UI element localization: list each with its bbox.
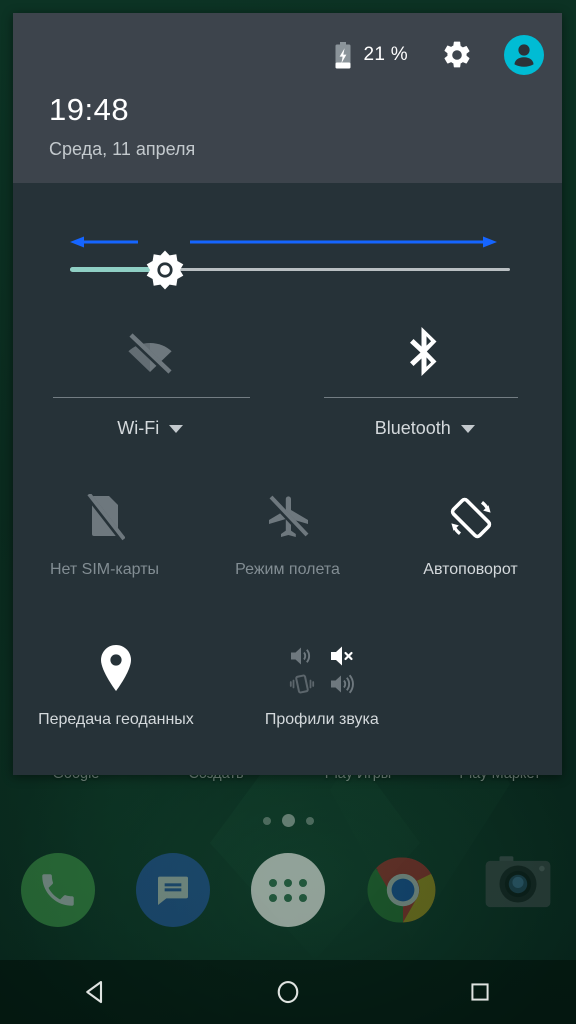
vibrate-icon (289, 674, 314, 694)
tile-sound-profiles[interactable]: Профили звука (219, 629, 425, 769)
speaker-loud-icon (330, 674, 354, 694)
tile-location[interactable]: Передача геоданных (13, 629, 219, 769)
tile-bluetooth-label: Bluetooth (374, 418, 451, 438)
arrow-left-icon (70, 236, 138, 250)
tile-divider (323, 397, 518, 398)
status-row: 21 % (334, 35, 544, 75)
tile-wifi-label-row[interactable]: Wi-Fi (13, 418, 288, 439)
tile-auto-rotate-label: Автоповорот (423, 561, 518, 578)
tile-auto-rotate[interactable]: Автоповорот (379, 479, 562, 619)
quick-settings-row-2: Нет SIM-карты Режим полета Автоповорот (13, 479, 562, 619)
dock-item-app-drawer[interactable] (230, 853, 345, 927)
home-dock (0, 850, 576, 930)
back-triangle-icon (86, 980, 103, 1004)
phone-icon (20, 853, 95, 927)
messages-icon (135, 853, 210, 927)
clock-time: 19:48 (49, 92, 130, 127)
quick-settings-row-3: Передача геоданных Профили звука (13, 629, 562, 769)
tile-airplane-mode[interactable]: Режим полета (196, 479, 379, 619)
dock-item-messages[interactable] (115, 853, 230, 927)
tile-empty-slot (425, 629, 562, 769)
bluetooth-icon (288, 323, 563, 383)
clock-date: Среда, 11 апреля (49, 139, 196, 159)
nav-home-button[interactable] (192, 977, 384, 1007)
dock-item-phone[interactable] (0, 853, 115, 927)
page-dot[interactable] (262, 816, 271, 825)
tile-bluetooth[interactable]: Bluetooth (288, 313, 563, 463)
tile-no-sim[interactable]: Нет SIM-карты (13, 479, 196, 619)
airplane-mode-icon (264, 487, 312, 549)
user-avatar-icon[interactable] (504, 35, 544, 75)
speaker-icon (290, 647, 310, 665)
navigation-bar (0, 960, 576, 1024)
tile-divider (53, 397, 250, 398)
nav-recents-button[interactable] (384, 978, 576, 1006)
sim-card-off-icon (84, 487, 125, 549)
tile-bluetooth-label-row[interactable]: Bluetooth (288, 418, 563, 439)
dock-item-chrome[interactable] (346, 853, 461, 927)
tile-sound-profiles-label: Профили звука (264, 711, 379, 728)
chevron-down-icon[interactable] (460, 424, 475, 433)
quick-settings-header: 21 % 19:48 Среда, 11 апреля (13, 13, 562, 183)
gear-icon[interactable] (440, 38, 474, 72)
brightness-sun-icon[interactable] (145, 250, 185, 290)
home-circle-icon (277, 980, 299, 1004)
recents-square-icon (471, 983, 489, 1001)
tile-location-label: Передача геоданных (38, 711, 194, 728)
brightness-slider[interactable] (13, 183, 562, 303)
location-pin-icon (98, 637, 134, 699)
speaker-mute-icon (330, 646, 353, 666)
wifi-off-icon (13, 323, 288, 383)
tile-wifi-label: Wi-Fi (117, 418, 160, 438)
page-dot[interactable] (305, 816, 314, 825)
camera-icon (481, 853, 555, 927)
auto-rotate-icon (445, 487, 497, 549)
sound-profiles-icon (285, 637, 359, 699)
page-dot-active[interactable] (281, 814, 295, 827)
arrow-right-icon (190, 236, 497, 250)
tile-airplane-mode-label: Режим полета (235, 561, 340, 578)
chrome-icon (366, 853, 440, 927)
tile-no-sim-label: Нет SIM-карты (49, 561, 160, 578)
tile-wifi[interactable]: Wi-Fi (13, 313, 288, 463)
battery-percent-label: 21 % (363, 44, 408, 65)
quick-settings-panel: 21 % 19:48 Среда, 11 апреля Wi-Fi Blueto… (13, 13, 562, 775)
quick-settings-row-primary: Wi-Fi Bluetooth (13, 313, 562, 463)
battery-charging-icon (334, 41, 352, 69)
dock-item-camera[interactable] (461, 853, 576, 927)
nav-back-button[interactable] (0, 977, 192, 1007)
home-page-indicator (0, 814, 576, 827)
chevron-down-icon[interactable] (169, 424, 184, 433)
app-drawer-icon (251, 853, 325, 927)
